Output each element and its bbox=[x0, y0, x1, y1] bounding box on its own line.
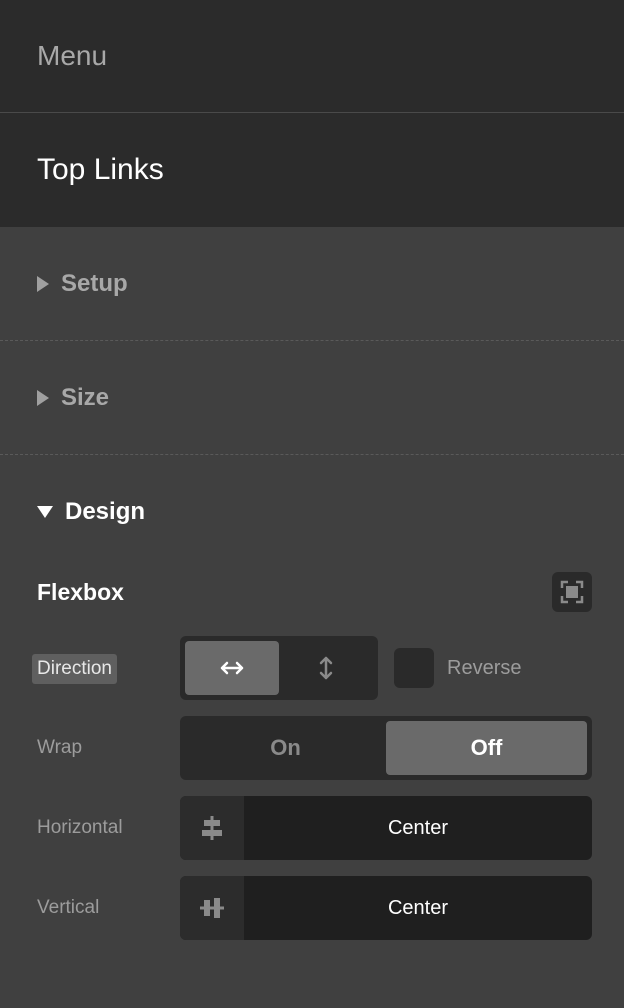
wrap-on-option[interactable]: On bbox=[185, 721, 386, 775]
section-setup-label: Setup bbox=[61, 269, 128, 297]
section-setup[interactable]: Setup bbox=[0, 227, 624, 341]
vertical-label: Vertical bbox=[37, 897, 100, 918]
section-design[interactable]: Design bbox=[0, 455, 624, 569]
panel-header: Menu bbox=[0, 0, 624, 113]
element-name: Top Links bbox=[37, 153, 164, 186]
flexbox-group-header: Flexbox bbox=[37, 572, 592, 612]
vertical-arrows-icon bbox=[319, 656, 333, 680]
align-vertical-center-icon bbox=[200, 898, 224, 918]
expanded-caret-icon bbox=[37, 506, 53, 518]
wrap-off-option[interactable]: Off bbox=[386, 721, 587, 775]
panel-title: Menu bbox=[37, 40, 108, 71]
direction-toggle[interactable] bbox=[180, 636, 378, 700]
align-horizontal-center-icon bbox=[202, 816, 222, 840]
collapsed-caret-icon bbox=[37, 275, 49, 292]
horizontal-label: Horizontal bbox=[37, 817, 123, 838]
direction-label: Direction bbox=[32, 654, 117, 684]
reverse-checkbox[interactable] bbox=[394, 648, 434, 688]
section-design-label: Design bbox=[65, 498, 146, 525]
horizontal-align-select[interactable]: Center bbox=[180, 796, 592, 860]
element-header: Top Links bbox=[0, 113, 624, 227]
wrap-toggle[interactable]: On Off bbox=[180, 716, 592, 780]
horizontal-align-value: Center bbox=[387, 816, 449, 839]
expand-icon bbox=[560, 580, 584, 604]
direction-horizontal-option[interactable] bbox=[185, 641, 279, 695]
horizontal-arrows-icon bbox=[220, 661, 244, 675]
wrap-label: Wrap bbox=[37, 737, 83, 758]
section-size[interactable]: Size bbox=[0, 341, 624, 455]
vertical-align-value: Center bbox=[387, 896, 449, 919]
vertical-align-icon-cell bbox=[180, 876, 244, 940]
vertical-align-select[interactable]: Center bbox=[180, 876, 592, 940]
horizontal-align-icon-cell bbox=[180, 796, 244, 860]
collapsed-caret-icon bbox=[37, 389, 49, 406]
section-size-label: Size bbox=[61, 383, 110, 411]
reverse-label: Reverse bbox=[447, 657, 522, 679]
expand-button[interactable] bbox=[552, 572, 592, 612]
flexbox-title: Flexbox bbox=[37, 578, 124, 605]
direction-vertical-option[interactable] bbox=[279, 641, 373, 695]
